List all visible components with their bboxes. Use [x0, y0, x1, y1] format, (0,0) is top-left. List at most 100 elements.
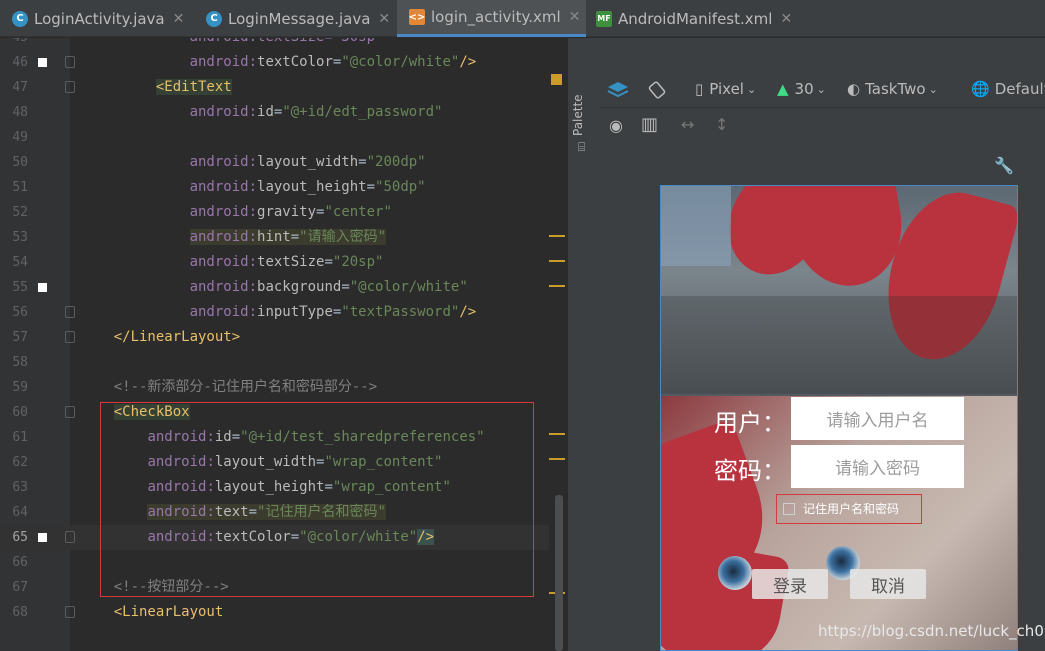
android-icon: ▲: [777, 80, 789, 98]
tab-label: LoginActivity.java: [34, 9, 165, 28]
warning-marker[interactable]: [549, 235, 565, 237]
close-icon[interactable]: ✕: [780, 11, 792, 27]
component-tree-icon[interactable]: ⌸: [578, 140, 594, 156]
code-line[interactable]: 54 android:textSize="20sp": [0, 250, 567, 275]
bookmark-icon[interactable]: [38, 58, 47, 67]
code-text: android:textColor="@color/white"/>: [189, 54, 477, 70]
line-number: 64: [12, 505, 28, 520]
fold-icon[interactable]: [65, 81, 75, 93]
fold-icon[interactable]: [65, 606, 75, 618]
line-number: 48: [12, 105, 28, 120]
editor-tab-bar: C LoginActivity.java ✕ C LoginMessage.ja…: [0, 0, 1045, 37]
line-number: 47: [12, 80, 28, 95]
tab-login-activity-xml[interactable]: <> login_activity.xml ✕: [397, 0, 586, 37]
line-number: 56: [12, 305, 28, 320]
warning-marker[interactable]: [549, 260, 565, 262]
code-line[interactable]: 53 android:hint="请输入密码": [0, 225, 567, 250]
close-icon[interactable]: ✕: [173, 11, 185, 27]
locale-selector[interactable]: 🌐 Default: [971, 80, 1045, 98]
code-text: android:layout_width="200dp": [189, 154, 426, 170]
orientation-icon[interactable]: [647, 80, 667, 100]
code-text: android:hint="请输入密码": [189, 229, 387, 245]
code-line[interactable]: 47 <EditText: [0, 75, 567, 100]
line-number: 58: [12, 355, 28, 370]
line-number: 55: [12, 280, 28, 295]
eye-icon[interactable]: ◉: [609, 116, 623, 135]
password-input[interactable]: 请输入密码: [791, 445, 964, 488]
code-line[interactable]: 50 android:layout_width="200dp": [0, 150, 567, 175]
code-line[interactable]: 56 android:inputType="textPassword"/>: [0, 300, 567, 325]
code-text: <!--新添部分-记住用户名和密码部分-->: [113, 379, 378, 395]
chevron-down-icon: ⌄: [816, 82, 826, 96]
code-line[interactable]: 68 <LinearLayout: [0, 600, 567, 625]
manifest-icon: MF: [596, 10, 612, 27]
palette-tab[interactable]: Palette: [571, 94, 585, 136]
code-line[interactable]: 55 android:background="@color/white": [0, 275, 567, 300]
code-line[interactable]: 51 android:layout_height="50dp": [0, 175, 567, 200]
line-number: 61: [12, 430, 28, 445]
code-line[interactable]: 52 android:gravity="center": [0, 200, 567, 225]
warning-marker[interactable]: [549, 433, 565, 435]
warning-marker[interactable]: [549, 285, 565, 287]
theme-selector[interactable]: ◐ TaskTwo ⌄: [847, 80, 938, 98]
line-number: 63: [12, 480, 28, 495]
blueprint-icon[interactable]: ▥: [641, 114, 658, 135]
tab-loginactivity-java[interactable]: C LoginActivity.java ✕: [12, 0, 197, 37]
tab-label: AndroidManifest.xml: [618, 9, 773, 28]
highlight-box-code: [100, 402, 534, 597]
code-text: <EditText: [155, 79, 232, 95]
class-icon: C: [206, 10, 222, 27]
vertical-resize-icon[interactable]: ↕: [715, 115, 728, 134]
code-text: android:background="@color/white": [189, 279, 468, 295]
cat-eye-image: [718, 556, 752, 590]
username-input[interactable]: 请输入用户名: [791, 397, 964, 440]
line-number: 46: [12, 55, 28, 70]
bookmark-icon[interactable]: [38, 283, 47, 292]
device-selector[interactable]: ▯ Pixel ⌄: [695, 80, 756, 98]
code-line[interactable]: 45 android:textSize="30sp": [0, 38, 567, 50]
login-button[interactable]: 登录: [752, 569, 828, 599]
class-icon: C: [12, 10, 28, 27]
close-icon[interactable]: ✕: [569, 9, 581, 25]
code-text: android:layout_height="50dp": [189, 179, 426, 195]
view-options-toolbar: ◉ ▥ ↔ ↕: [599, 108, 1045, 144]
fold-icon[interactable]: [65, 306, 75, 318]
code-line[interactable]: 48 android:id="@+id/edt_password": [0, 100, 567, 125]
wrench-icon[interactable]: 🔧: [994, 156, 1014, 175]
tab-loginmessage-java[interactable]: C LoginMessage.java ✕: [206, 0, 391, 37]
theme-icon: ◐: [847, 80, 861, 98]
password-label: 密码：: [714, 457, 786, 485]
highlight-box-preview: [776, 494, 922, 524]
code-line[interactable]: 58: [0, 350, 567, 375]
inspection-warning-icon[interactable]: [551, 74, 562, 85]
line-number: 60: [12, 405, 28, 420]
scrollbar-thumb[interactable]: [555, 495, 563, 651]
warning-marker[interactable]: [549, 458, 565, 460]
globe-icon: 🌐: [971, 80, 990, 98]
code-line[interactable]: 49: [0, 125, 567, 150]
line-number: 65: [12, 530, 28, 545]
chevron-down-icon: ⌄: [746, 82, 757, 96]
api-level-selector[interactable]: ▲ 30 ⌄: [777, 80, 826, 98]
layers-icon[interactable]: [607, 80, 629, 100]
tab-label: login_activity.xml: [431, 8, 561, 26]
sky-patch: [661, 186, 731, 266]
line-number: 57: [12, 330, 28, 345]
fold-icon[interactable]: [65, 56, 75, 68]
code-line[interactable]: 57 </LinearLayout>: [0, 325, 567, 350]
line-number: 45: [0, 38, 28, 50]
bookmark-icon[interactable]: [38, 533, 47, 542]
code-text: android:textSize="30sp": [80, 38, 384, 50]
close-icon[interactable]: ✕: [378, 11, 390, 27]
code-line[interactable]: 46 android:textColor="@color/white"/>: [0, 50, 567, 75]
fold-icon[interactable]: [65, 331, 75, 343]
tab-androidmanifest-xml[interactable]: MF AndroidManifest.xml ✕: [596, 0, 806, 37]
horizontal-resize-icon[interactable]: ↔: [681, 115, 694, 134]
code-text: android:id="@+id/edt_password": [189, 104, 443, 120]
code-line[interactable]: 59 <!--新添部分-记住用户名和密码部分-->: [0, 375, 567, 400]
fold-icon[interactable]: [65, 531, 75, 543]
cancel-button[interactable]: 取消: [850, 569, 926, 599]
line-number: 66: [12, 555, 28, 570]
fold-icon[interactable]: [65, 406, 75, 418]
line-number: 68: [12, 605, 28, 620]
